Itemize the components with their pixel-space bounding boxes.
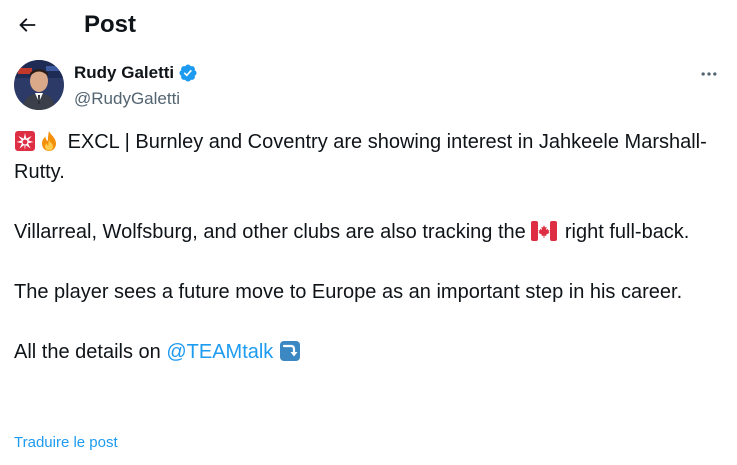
mention-link[interactable]: @TEAMtalk — [166, 341, 273, 363]
tweet-paragraph-2-text-a: Villarreal, Wolfsburg, and other clubs a… — [14, 221, 526, 243]
canada-flag-emoji — [531, 221, 558, 241]
author-name[interactable]: Rudy Galetti — [74, 62, 174, 84]
right-arrow-curving-down-emoji — [279, 341, 300, 361]
tweet-text: EXCL | Burnley and Coventry are showing … — [14, 127, 714, 367]
more-options-button[interactable] — [692, 60, 726, 88]
profile-photo-icon — [14, 60, 64, 110]
page-title: Post — [84, 11, 137, 38]
tweet-paragraph-3-text: The player sees a future move to Europe … — [14, 281, 683, 303]
siren-emoji — [15, 131, 35, 151]
more-dots-icon — [701, 72, 717, 76]
fire-emoji — [42, 131, 56, 151]
tweet-paragraph-1-text: EXCL | Burnley and Coventry are showing … — [14, 131, 707, 183]
arrow-left-icon — [19, 18, 36, 32]
tweet-paragraph-2: Villarreal, Wolfsburg, and other clubs a… — [14, 217, 714, 247]
verified-badge-icon — [179, 64, 197, 82]
author-name-row: Rudy Galetti — [74, 62, 198, 84]
tweet-paragraph-3: The player sees a future move to Europe … — [14, 277, 714, 307]
tweet-paragraph-1: EXCL | Burnley and Coventry are showing … — [14, 127, 714, 187]
post-header: Post — [0, 0, 737, 52]
tweet-paragraph-4-text: All the details on — [14, 341, 161, 363]
author-handle[interactable]: @RudyGaletti — [74, 88, 180, 110]
tweet-paragraph-4: All the details on @TEAMtalk — [14, 337, 714, 367]
tweet-paragraph-2-text-b: right full-back. — [564, 221, 690, 243]
translate-post-link[interactable]: Traduire le post — [14, 433, 118, 453]
back-button[interactable] — [10, 8, 44, 42]
avatar[interactable] — [14, 60, 64, 110]
